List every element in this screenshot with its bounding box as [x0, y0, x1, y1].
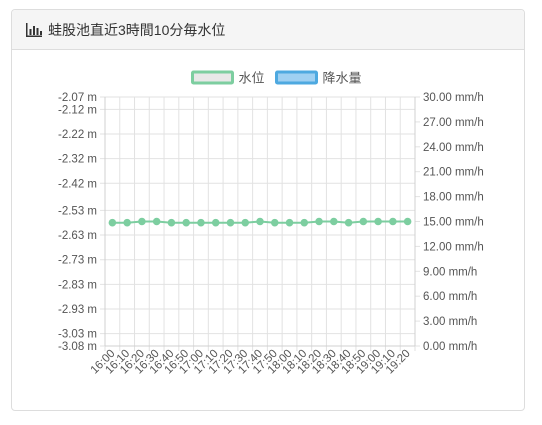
y-left-tick-label: -2.07 m [58, 92, 97, 104]
legend-swatch [191, 70, 234, 85]
bar-chart-icon [26, 22, 42, 37]
legend-label: 水位 [239, 71, 265, 86]
data-point [330, 217, 338, 226]
y-left-tick-label: -2.63 m [58, 230, 97, 242]
data-point [374, 217, 382, 226]
y-right-tick-label: 21.00 mm/h [423, 167, 484, 179]
y-left-tick-label: -2.53 m [58, 205, 97, 217]
data-point [152, 217, 161, 226]
data-point [256, 217, 264, 226]
chart-panel: 蛙股池直近3時間10分毎水位 -2.07 m -2.12 m -2.22 m -2.3… [11, 9, 525, 411]
water-level-chart: -2.07 m-2.12 m -2.22 m -2.32 m -2.42 m -2.53… [58, 70, 484, 376]
data-point [197, 218, 205, 227]
y-right-tick-label: 18.00 mm/h [423, 192, 484, 204]
y-left-tick-label: -2.93 m [58, 304, 97, 316]
data-point [285, 218, 294, 227]
data-point [138, 217, 146, 226]
y-right-tick-label: 27.00 mm/h [423, 117, 484, 129]
legend-label: 降水量 [323, 71, 362, 86]
y-left-tick-label: -2.22 m [58, 129, 97, 141]
data-point [108, 218, 117, 227]
y-right-tick-label: 24.00 mm/h [423, 142, 484, 154]
y-left-tick-label: -2.32 m [58, 154, 97, 166]
data-point [123, 218, 131, 227]
y-right-tick-label: 9.00 mm/h [423, 266, 477, 278]
y-left-tick-label: -2.12 m [58, 104, 97, 116]
y-left-tick-label: -3.08 m [58, 341, 97, 353]
data-point [315, 217, 323, 226]
data-point [403, 217, 412, 226]
y-left-tick-label: -2.73 m [58, 255, 97, 267]
y-left-tick-label: -3.03 m [58, 329, 97, 341]
data-point [241, 218, 250, 227]
y-right-tick-label: 6.00 mm/h [423, 291, 477, 303]
y-left-tick-label: -2.42 m [58, 178, 97, 190]
y-right-tick-label: 3.00 mm/h [423, 316, 477, 328]
data-point [300, 218, 309, 227]
y-right-tick-label: 30.00 mm/h [423, 92, 484, 104]
data-point [270, 218, 279, 227]
y-right-tick-label: 0.00 mm/h [423, 341, 477, 353]
data-point [182, 218, 190, 227]
data-point [211, 218, 220, 227]
data-point [167, 218, 176, 227]
data-point [359, 217, 368, 226]
y-right-tick-label: 15.00 mm/h [423, 217, 484, 229]
y-left-tick-label: -2.83 m [58, 279, 97, 291]
panel-title: 蛙股池直近3時間10分毎水位 [48, 21, 226, 38]
data-point [226, 218, 235, 227]
data-point [389, 217, 397, 226]
legend-swatch [275, 70, 318, 85]
data-point [344, 218, 353, 227]
panel-heading: 蛙股池直近3時間10分毎水位 [12, 10, 524, 50]
y-right-tick-label: 12.00 mm/h [423, 241, 484, 253]
